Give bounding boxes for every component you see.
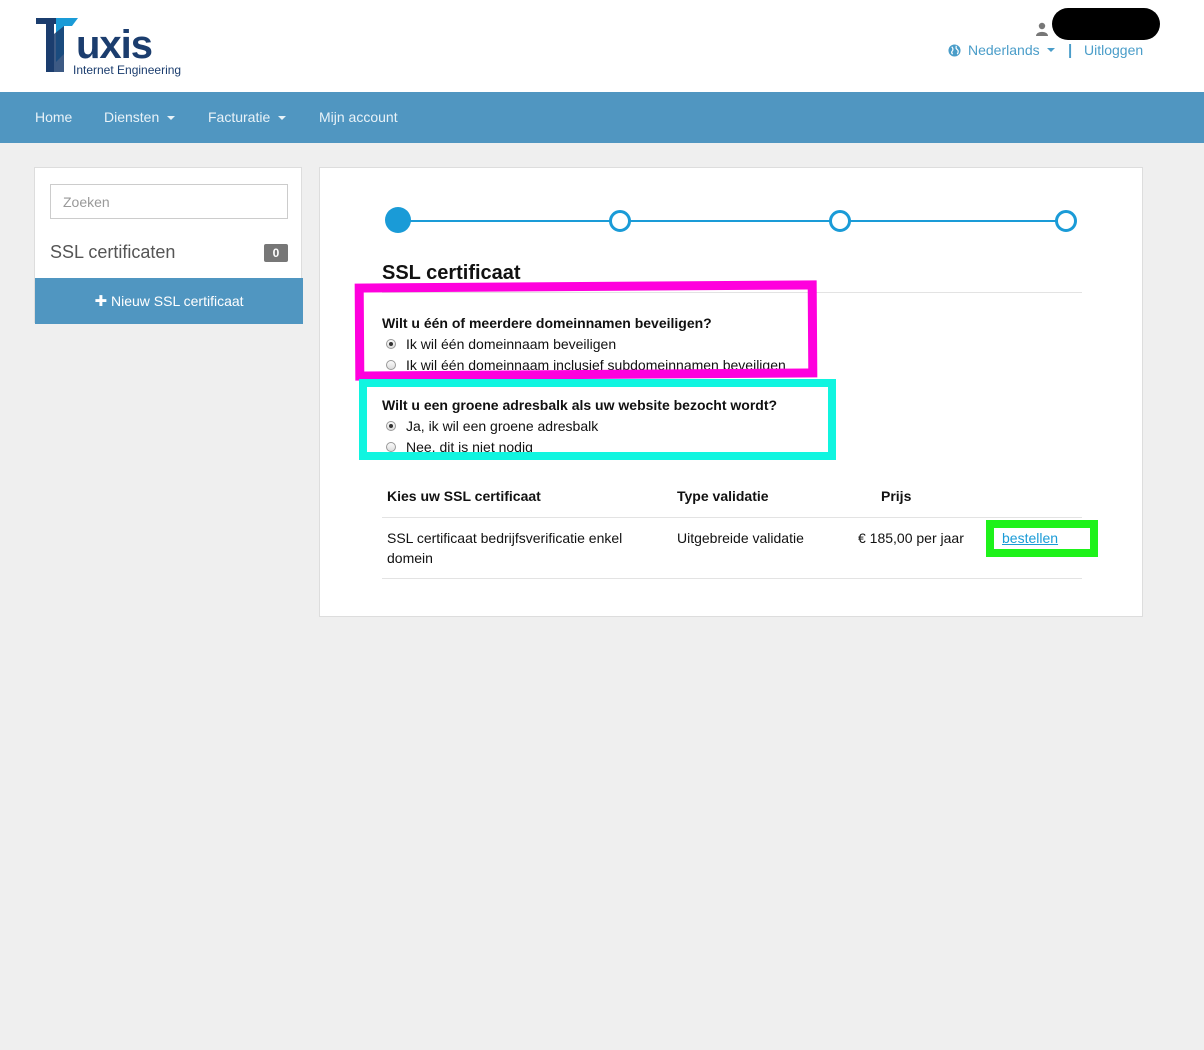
radio-button[interactable]: [386, 442, 396, 452]
logout-link[interactable]: Uitloggen: [1084, 42, 1143, 58]
table-cell-price: € 185,00 per jaar: [858, 528, 964, 548]
table-header-divider: [382, 517, 1082, 518]
nav-item-home[interactable]: Home: [35, 92, 72, 143]
svg-text:uxis: uxis: [76, 23, 152, 67]
header: uxis Internet Engineering Nederlands | U…: [0, 0, 1204, 92]
nav-item-mijn-account[interactable]: Mijn account: [319, 92, 398, 143]
price-amount: € 185,00: [858, 530, 913, 546]
nav-item-label: Diensten: [104, 109, 160, 125]
chevron-down-icon: [1046, 48, 1055, 52]
option-label: Ja, ik wil een groene adresbalk: [406, 418, 599, 434]
language-selector[interactable]: Nederlands: [948, 42, 1055, 58]
nav-item-diensten[interactable]: Diensten: [104, 92, 176, 143]
table-cell-certificate: SSL certificaat bedrijfsverificatie enke…: [387, 530, 623, 566]
table-row-divider: [382, 578, 1082, 579]
column-header-price: Prijs: [881, 488, 912, 504]
step-4: [1055, 210, 1077, 232]
nav-item-label: Mijn account: [319, 109, 398, 125]
header-separator: |: [1068, 42, 1073, 59]
logo-subtitle: Internet Engineering: [73, 63, 182, 77]
radio-button[interactable]: [386, 360, 396, 370]
option-label: Nee, dit is niet nodig: [406, 439, 533, 455]
option-wildcard[interactable]: Ik wil één domeinnaam inclusief subdomei…: [386, 357, 786, 373]
new-ssl-button[interactable]: ✚ Nieuw SSL certificaat: [35, 278, 303, 324]
stepper-line: [399, 220, 1065, 222]
step-1-active: [385, 207, 411, 233]
sidebar: SSL certificaten 0 ✚ Nieuw SSL certifica…: [34, 167, 303, 324]
table-cell-validation: Uitgebreide validatie: [677, 530, 804, 546]
search-input[interactable]: [50, 184, 288, 219]
nav-item-label: Facturatie: [208, 109, 271, 125]
section-title: SSL certificaat: [382, 262, 521, 284]
new-ssl-label: Nieuw SSL certificaat: [111, 293, 244, 309]
sidebar-title[interactable]: SSL certificaten: [50, 242, 175, 263]
option-single-domain[interactable]: Ik wil één domeinnaam beveiligen: [386, 336, 616, 352]
column-header-validation: Type validatie: [677, 488, 769, 504]
option-label: Ik wil één domeinnaam beveiligen: [406, 336, 617, 352]
question-domains: Wilt u één of meerdere domeinnamen bevei…: [382, 315, 712, 331]
table-cell-action: bestellen: [1002, 528, 1058, 548]
main-nav: Home Diensten Facturatie Mijn account: [0, 92, 1204, 143]
language-label: Nederlands: [968, 42, 1040, 58]
step-2: [609, 210, 631, 232]
column-header-certificate: Kies uw SSL certificaat: [387, 488, 541, 504]
globe-icon: [948, 43, 961, 57]
radio-button[interactable]: [386, 339, 396, 349]
price-period: per jaar: [916, 530, 964, 546]
plus-icon: ✚: [94, 293, 108, 310]
step-3: [829, 210, 851, 232]
option-label: Ik wil één domeinnaam inclusief subdomei…: [406, 357, 786, 373]
nav-item-facturatie[interactable]: Facturatie: [208, 92, 287, 143]
nav-item-label: Home: [35, 109, 73, 125]
chevron-down-icon: [278, 115, 287, 120]
count-badge: 0: [264, 244, 288, 262]
order-link[interactable]: bestellen: [1002, 530, 1058, 546]
section-divider: [382, 292, 1082, 293]
option-green-no[interactable]: Nee, dit is niet nodig: [386, 439, 533, 455]
user-icon: [1036, 22, 1048, 36]
option-green-yes[interactable]: Ja, ik wil een groene adresbalk: [386, 418, 598, 434]
question-green-bar: Wilt u een groene adresbalk als uw websi…: [382, 397, 778, 413]
main-panel: SSL certificaat Wilt u één of meerdere d…: [319, 167, 1143, 617]
redacted-username: [1052, 8, 1160, 40]
chevron-down-icon: [167, 115, 176, 120]
radio-button[interactable]: [386, 421, 396, 431]
